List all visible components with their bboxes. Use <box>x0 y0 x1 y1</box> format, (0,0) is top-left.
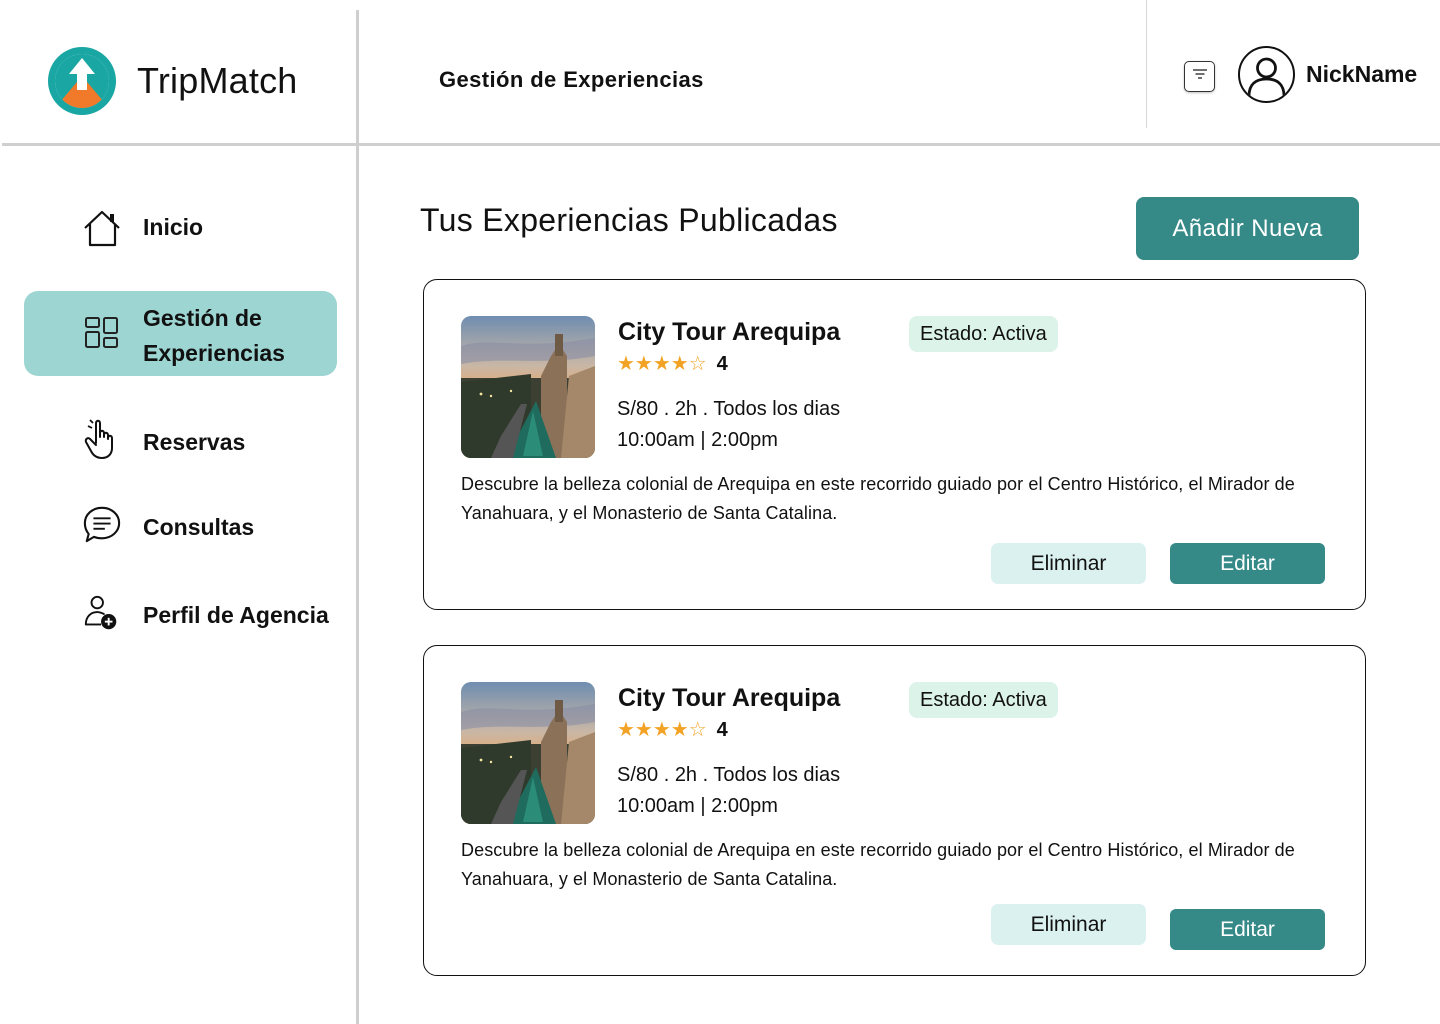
sidebar-divider <box>356 10 359 1024</box>
sidebar-item-label: Experiencias <box>143 340 285 366</box>
experience-thumbnail <box>461 316 595 458</box>
header-divider <box>2 143 1440 146</box>
rating-value: 4 <box>716 352 728 375</box>
sidebar-item-perfil-agencia[interactable]: Perfil de Agencia <box>24 594 337 636</box>
sidebar-item-label: Inicio <box>143 214 204 240</box>
experience-title: City Tour Arequipa <box>618 684 841 712</box>
chat-icon <box>82 504 122 544</box>
section-title: Tus Experiencias Publicadas <box>420 202 838 238</box>
price-duration: S/80 . 2h . Todos los dias <box>617 764 841 786</box>
add-new-button[interactable]: Añadir Nueva <box>1136 197 1359 260</box>
experience-title: City Tour Arequipa <box>618 318 841 346</box>
filter-button[interactable] <box>1184 61 1215 92</box>
experience-description: Descubre la belleza colonial de Arequipa… <box>461 840 1295 889</box>
rating: ★★★★☆ 4 <box>617 352 728 376</box>
sidebar-item-label: Perfil de Agencia <box>143 602 329 628</box>
sidebar-item-label: Reservas <box>143 429 246 455</box>
grid-icon <box>82 313 122 353</box>
header-right-divider <box>1146 0 1147 128</box>
schedule: 10:00am | 2:00pm <box>617 429 778 451</box>
username-label[interactable]: NickName <box>1306 61 1417 88</box>
schedule: 10:00am | 2:00pm <box>617 795 778 817</box>
edit-button[interactable]: Editar <box>1170 543 1325 584</box>
home-icon <box>82 208 122 248</box>
experience-info: S/80 . 2h . Todos los dias 10:00am | 2:0… <box>617 760 840 822</box>
experience-card: City Tour Arequipa Estado: Activa ★★★★☆ … <box>423 645 1366 976</box>
experience-thumbnail <box>461 682 595 824</box>
brand-name: TripMatch <box>137 60 298 101</box>
tripmatch-logo-icon[interactable] <box>47 46 117 116</box>
experience-description: Descubre la belleza colonial de Arequipa… <box>461 474 1295 523</box>
sidebar-item-label: Gestión de <box>143 305 262 331</box>
sidebar-item-reservas[interactable]: Reservas <box>24 419 337 463</box>
rating-value: 4 <box>716 718 728 741</box>
user-avatar-icon[interactable] <box>1238 46 1295 103</box>
filter-icon <box>1192 67 1208 86</box>
status-badge: Estado: Activa <box>909 682 1058 718</box>
sidebar-item-inicio[interactable]: Inicio <box>24 208 337 248</box>
price-duration: S/80 . 2h . Todos los dias <box>617 398 841 420</box>
sidebar-item-consultas[interactable]: Consultas <box>24 504 337 548</box>
status-badge: Estado: Activa <box>909 316 1058 352</box>
delete-button[interactable]: Eliminar <box>991 543 1146 584</box>
star-rating-icon: ★★★★☆ <box>617 719 707 741</box>
rating: ★★★★☆ 4 <box>617 718 728 742</box>
hand-pointer-icon <box>82 419 122 459</box>
star-rating-icon: ★★★★☆ <box>617 353 707 375</box>
experience-info: S/80 . 2h . Todos los dias 10:00am | 2:0… <box>617 394 840 456</box>
sidebar-item-label: Consultas <box>143 514 255 540</box>
user-add-icon <box>82 594 122 634</box>
edit-button[interactable]: Editar <box>1170 909 1325 950</box>
top-header: TripMatch Gestión de Experiencias NickNa… <box>0 0 1440 146</box>
page-heading: Gestión de Experiencias <box>439 67 704 92</box>
sidebar-item-gestion-experiencias[interactable]: Gestión de Experiencias <box>24 291 337 376</box>
delete-button[interactable]: Eliminar <box>991 904 1146 945</box>
experience-card: City Tour Arequipa Estado: Activa ★★★★☆ … <box>423 279 1366 610</box>
